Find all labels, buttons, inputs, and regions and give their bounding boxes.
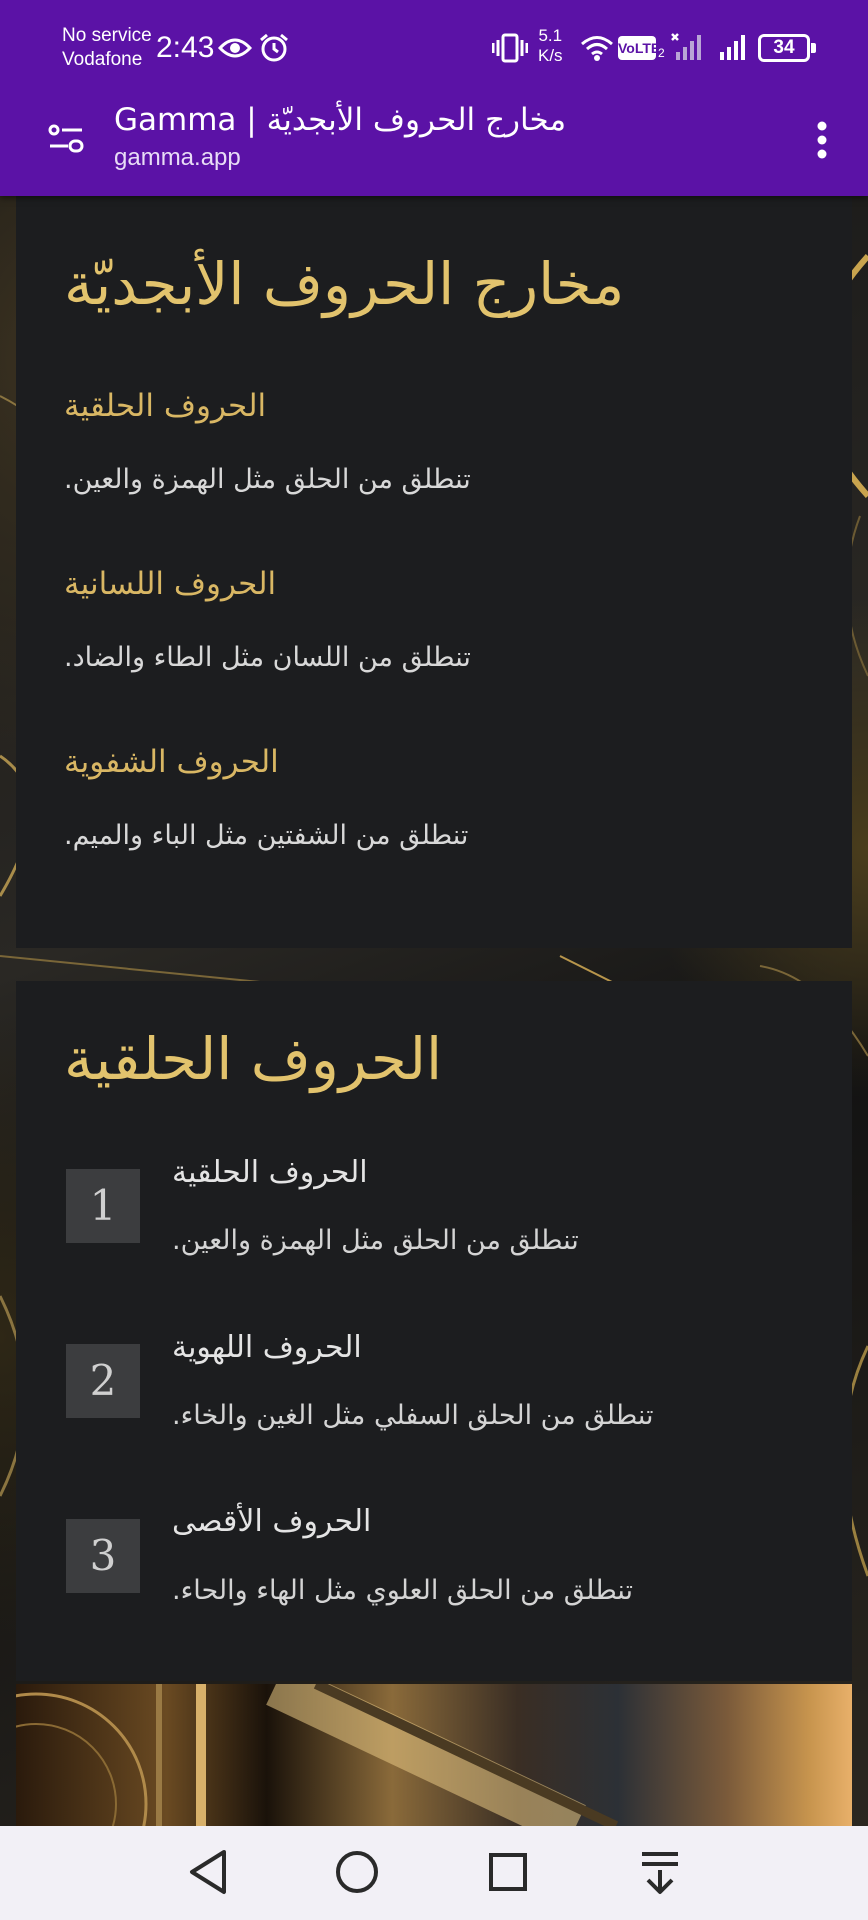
status-bar: No service Vodafone 2:43 5.1 K/s VoLTE 2… bbox=[0, 0, 868, 96]
net-speed: 5.1 K/s bbox=[538, 26, 563, 66]
alarm-icon bbox=[260, 33, 288, 62]
throat-letters-card: الحروف الحلقية 1 الحروف الحلقية تنطلق من… bbox=[16, 981, 852, 1681]
volte-badge: VoLTE bbox=[618, 36, 660, 60]
browser-top-bar: No service Vodafone 2:43 5.1 K/s VoLTE 2… bbox=[0, 0, 868, 196]
carrier-line2: Vodafone bbox=[62, 49, 143, 70]
system-nav-bar bbox=[0, 1826, 868, 1920]
section-text-throat: تنطلق من الحلق مثل الهمزة والعين. bbox=[64, 464, 471, 495]
section-heading-tongue: الحروف اللسانية bbox=[64, 566, 277, 602]
step-number-3: 3 bbox=[66, 1519, 140, 1593]
signal-icon bbox=[720, 35, 745, 60]
eye-icon bbox=[218, 38, 252, 58]
browser-app-bar: Gamma | مخارج الحروف الأبجديّة gamma.app bbox=[0, 96, 868, 196]
section-text-tongue: تنطلق من اللسان مثل الطاء والضاد. bbox=[64, 642, 471, 673]
overflow-menu-icon[interactable] bbox=[806, 116, 838, 164]
step-title-2: الحروف اللهوية bbox=[172, 1330, 362, 1365]
carrier-info: No service Vodafone bbox=[62, 24, 152, 72]
step-title-1: الحروف الحلقية bbox=[172, 1155, 368, 1190]
section-text-lips: تنطلق من الشفتين مثل الباء والميم. bbox=[64, 820, 469, 851]
ornament-photo bbox=[16, 1684, 852, 1826]
no-signal-icon bbox=[671, 33, 701, 60]
back-icon[interactable] bbox=[184, 1846, 232, 1898]
step-text-3: تنطلق من الحلق العلوي مثل الهاء والحاء. bbox=[172, 1575, 634, 1606]
throat-letters-title: الحروف الحلقية bbox=[64, 1025, 443, 1093]
step-number-2: 2 bbox=[66, 1344, 140, 1418]
site-settings-icon[interactable] bbox=[46, 118, 86, 158]
wifi-icon bbox=[581, 36, 613, 61]
section-heading-throat: الحروف الحلقية bbox=[64, 388, 267, 424]
step-text-2: تنطلق من الحلق السفلي مثل الغين والخاء. bbox=[172, 1400, 654, 1431]
overview-card: مخارج الحروف الأبجديّة الحروف الحلقية تن… bbox=[16, 196, 852, 948]
net-speed-value: 5.1 bbox=[538, 26, 563, 45]
ornament-photo-art bbox=[16, 1684, 619, 1826]
page-title[interactable]: Gamma | مخارج الحروف الأبجديّة bbox=[114, 98, 566, 142]
step-number-1: 1 bbox=[66, 1169, 140, 1243]
recents-icon[interactable] bbox=[486, 1846, 530, 1898]
section-heading-lips: الحروف الشفوية bbox=[64, 744, 279, 780]
sim-slot: 2 bbox=[658, 46, 665, 60]
status-time: 2:43 bbox=[156, 31, 215, 64]
step-title-3: الحروف الأقصى bbox=[172, 1504, 372, 1539]
home-icon[interactable] bbox=[334, 1846, 380, 1898]
page-url[interactable]: gamma.app bbox=[114, 142, 241, 174]
vibrate-icon bbox=[492, 33, 528, 63]
overview-title: مخارج الحروف الأبجديّة bbox=[64, 250, 625, 318]
page-content[interactable]: مخارج الحروف الأبجديّة الحروف الحلقية تن… bbox=[0, 196, 868, 1826]
battery-icon: 34 bbox=[758, 34, 816, 62]
net-speed-unit: K/s bbox=[538, 46, 563, 65]
carrier-line1: No service bbox=[62, 25, 152, 46]
step-text-1: تنطلق من الحلق مثل الهمزة والعين. bbox=[172, 1225, 579, 1256]
hide-nav-icon[interactable] bbox=[636, 1846, 684, 1898]
